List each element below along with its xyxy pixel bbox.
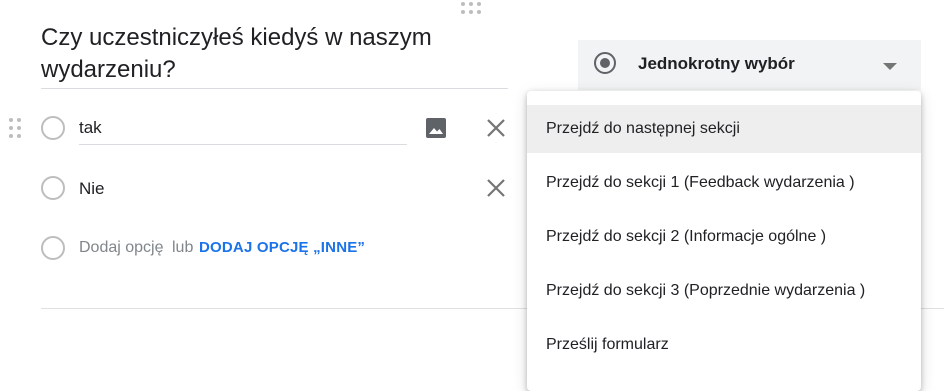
add-option-input[interactable]: Dodaj opcję — [79, 239, 164, 257]
title-underline — [41, 88, 508, 89]
menu-item-section-2[interactable]: Przejdź do sekcji 2 (Informacje ogólne ) — [527, 213, 921, 261]
option-input[interactable]: Nie — [79, 179, 105, 199]
add-other-option-button[interactable]: DODAJ OPCJĘ „INNE” — [199, 239, 365, 256]
option-input-underline — [79, 144, 407, 145]
or-text: lub — [172, 239, 194, 256]
menu-item-next-section[interactable]: Przejdź do następnej sekcji — [527, 105, 921, 153]
radio-button-icon — [594, 52, 616, 74]
go-to-section-menu: Przejdź do następnej sekcji Przejdź do s… — [527, 91, 921, 391]
menu-item-section-3[interactable]: Przejdź do sekcji 3 (Poprzednie wydarzen… — [527, 267, 921, 315]
question-drag-handle[interactable] — [461, 2, 481, 14]
close-icon[interactable] — [485, 117, 507, 139]
dropdown-arrow-icon — [883, 63, 897, 70]
menu-item-section-1[interactable]: Przejdź do sekcji 1 (Feedback wydarzenia… — [527, 159, 921, 207]
option-input[interactable]: tak — [79, 118, 102, 138]
option-radio-icon — [41, 116, 65, 140]
question-type-label: Jednokrotny wybór — [638, 54, 795, 73]
option-radio-icon — [41, 236, 65, 260]
question-title[interactable]: Czy uczestniczyłeś kiedyś w naszym wydar… — [41, 22, 481, 86]
menu-item-submit-form[interactable]: Prześlij formularz — [527, 321, 921, 369]
question-type-select[interactable]: Jednokrotny wybór — [578, 40, 921, 90]
image-icon[interactable] — [424, 116, 448, 140]
close-icon[interactable] — [485, 177, 507, 199]
option-radio-icon — [41, 176, 65, 200]
option-drag-handle[interactable] — [9, 118, 21, 138]
